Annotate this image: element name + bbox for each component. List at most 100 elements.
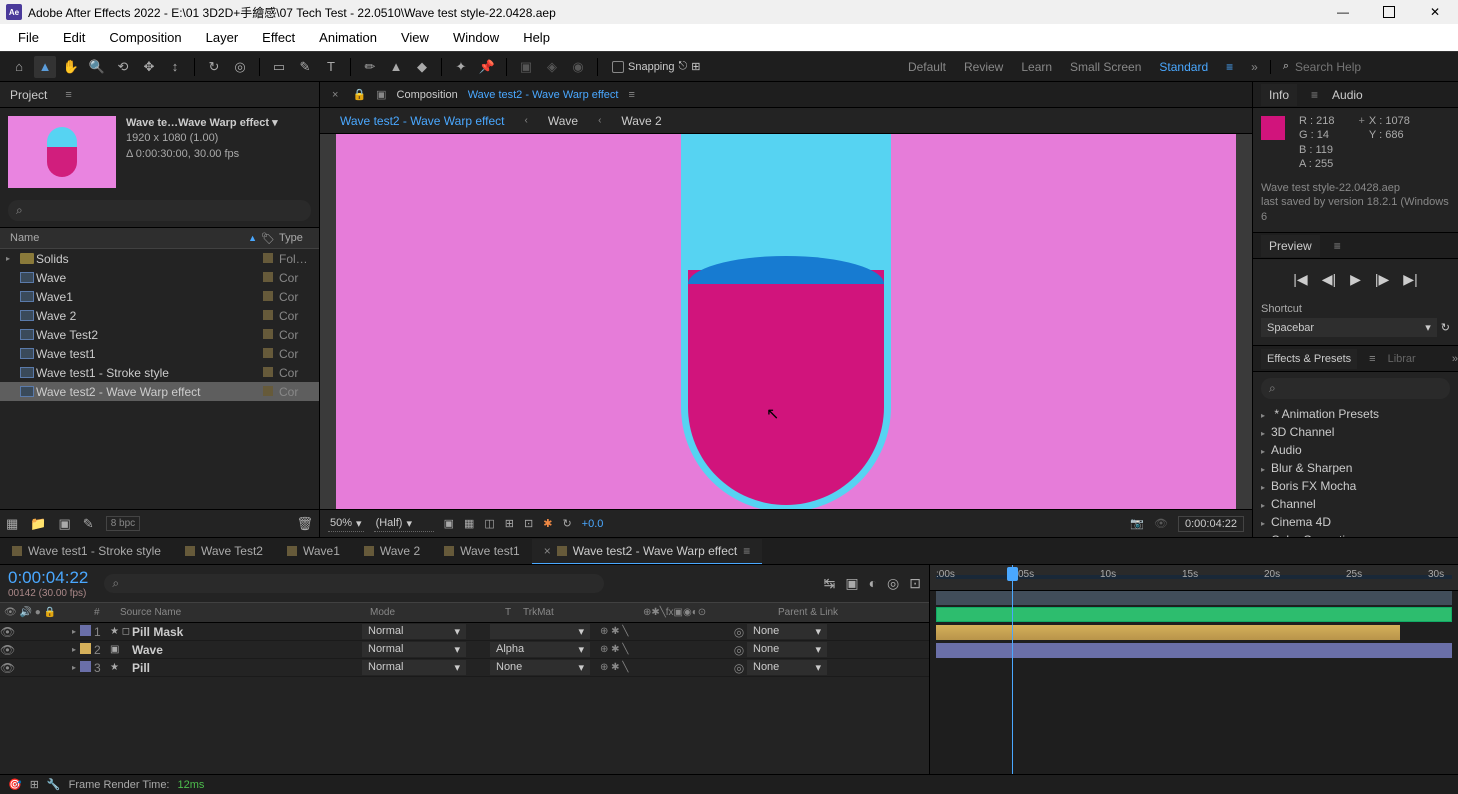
snap-opt-icon[interactable]: ⎋ bbox=[679, 60, 688, 73]
menu-animation[interactable]: Animation bbox=[307, 26, 389, 49]
timeline-tab[interactable]: ×Wave test2 - Wave Warp effect ≡ bbox=[532, 539, 763, 564]
project-tab[interactable]: Project bbox=[0, 84, 57, 106]
layer-bar-1[interactable] bbox=[936, 607, 1452, 622]
work-area-bar[interactable] bbox=[936, 591, 1452, 605]
asset-row[interactable]: Wave Test2Cor bbox=[0, 325, 319, 344]
menu-edit[interactable]: Edit bbox=[51, 26, 97, 49]
comp-lock-icon[interactable]: 🔒 bbox=[352, 88, 366, 101]
audio-tab[interactable]: Audio bbox=[1332, 88, 1363, 102]
snap-grid-icon[interactable]: ⊞ bbox=[691, 60, 700, 73]
timeline-search[interactable]: ⌕ bbox=[104, 574, 604, 593]
search-help-input[interactable] bbox=[1295, 60, 1450, 74]
effect-category[interactable]: ▸Boris FX Mocha bbox=[1253, 477, 1458, 495]
camera-tool-icon[interactable]: ◎ bbox=[229, 56, 251, 78]
menu-layer[interactable]: Layer bbox=[194, 26, 251, 49]
timeline-graph[interactable]: :00s05s10s15s20s25s30s bbox=[930, 565, 1458, 774]
brush-tool-icon[interactable]: ✏ bbox=[359, 56, 381, 78]
timeline-tab[interactable]: Wave test1 bbox=[432, 539, 532, 563]
asset-row[interactable]: Wave test1Cor bbox=[0, 344, 319, 363]
ws-default[interactable]: Default bbox=[908, 60, 946, 74]
close-button[interactable]: ✕ bbox=[1412, 0, 1458, 24]
shortcut-dropdown[interactable]: Spacebar▾ bbox=[1261, 318, 1437, 337]
next-frame-icon[interactable]: |▶ bbox=[1375, 271, 1389, 288]
reset-expo-icon[interactable]: ↻ bbox=[562, 517, 571, 530]
rotate-tool-icon[interactable]: ↻ bbox=[203, 56, 225, 78]
comp-viewer[interactable]: ↖ bbox=[320, 134, 1252, 509]
pen-tool-icon[interactable]: ✎ bbox=[294, 56, 316, 78]
panel-menu-icon[interactable]: ≡ bbox=[1334, 239, 1341, 253]
minimize-button[interactable]: — bbox=[1320, 0, 1366, 24]
timeline-tab[interactable]: Wave 2 bbox=[352, 539, 432, 563]
bpc-button[interactable]: 8 bpc bbox=[106, 516, 140, 531]
ws-standard[interactable]: Standard bbox=[1159, 60, 1208, 74]
effect-category[interactable]: ▸Blur & Sharpen bbox=[1253, 459, 1458, 477]
toggle-alpha-icon[interactable]: ▦ bbox=[464, 517, 474, 530]
draft3d-icon[interactable]: ▣ bbox=[845, 575, 858, 592]
status-icon3[interactable]: 🔧 bbox=[47, 778, 61, 791]
new-folder-icon[interactable]: 📁 bbox=[30, 516, 46, 532]
playhead[interactable] bbox=[1012, 565, 1013, 774]
timeline-tab[interactable]: Wave Test2 bbox=[173, 539, 275, 563]
asset-row[interactable]: Wave test2 - Wave Warp effectCor bbox=[0, 382, 319, 401]
menu-view[interactable]: View bbox=[389, 26, 441, 49]
asset-row[interactable]: Wave test1 - Stroke styleCor bbox=[0, 363, 319, 382]
hand-tool-icon[interactable]: ✋ bbox=[60, 56, 82, 78]
menu-composition[interactable]: Composition bbox=[97, 26, 193, 49]
chevron-left-icon[interactable]: ‹ bbox=[598, 115, 601, 126]
effect-category[interactable]: ▸ * Animation Presets bbox=[1253, 405, 1458, 423]
comp-close-icon[interactable]: × bbox=[328, 89, 342, 101]
trash-icon[interactable]: 🗑 bbox=[296, 516, 313, 532]
snapshot-icon[interactable]: 📷 bbox=[1130, 517, 1144, 530]
fast-preview-icon[interactable]: ▣ bbox=[444, 517, 454, 530]
col-type[interactable]: Type bbox=[279, 232, 319, 244]
comp-active-name[interactable]: Wave test2 - Wave Warp effect bbox=[468, 89, 619, 101]
stamp-tool-icon[interactable]: ▲ bbox=[385, 56, 407, 78]
project-search-input[interactable]: ⌕ bbox=[8, 200, 311, 221]
flow-wave[interactable]: Wave bbox=[548, 114, 578, 128]
effect-category[interactable]: ▸Cinema 4D bbox=[1253, 513, 1458, 531]
snapping-checkbox[interactable] bbox=[612, 61, 624, 73]
color-mgmt-icon[interactable]: ✱ bbox=[543, 517, 552, 530]
timeline-tab[interactable]: Wave test1 - Stroke style bbox=[0, 539, 173, 563]
zoom-dropdown[interactable]: 50%▾ bbox=[328, 516, 364, 532]
orbit-tool-icon[interactable]: ⟲ bbox=[112, 56, 134, 78]
region-icon[interactable]: ◫ bbox=[484, 517, 494, 530]
overflow-icon[interactable]: » bbox=[1452, 353, 1458, 365]
layer-row[interactable]: 👁▸1★ ◻Pill MaskNormal▾ ▾⊕ ✱ ╲◎None▾ bbox=[0, 623, 929, 641]
show-snapshot-icon[interactable]: 👁 bbox=[1154, 517, 1168, 530]
flow-current[interactable]: Wave test2 - Wave Warp effect bbox=[340, 114, 505, 128]
status-icon2[interactable]: ⊞ bbox=[30, 778, 39, 791]
asset-row[interactable]: Wave1Cor bbox=[0, 287, 319, 306]
ws-menu-icon[interactable]: ≡ bbox=[1226, 60, 1233, 74]
maximize-button[interactable] bbox=[1366, 0, 1412, 24]
selection-tool-icon[interactable]: ▲ bbox=[34, 56, 56, 78]
layer-row[interactable]: 👁▸2▣WaveNormal▾Alpha▾⊕ ✱ ╲◎None▾ bbox=[0, 641, 929, 659]
type-tool-icon[interactable]: T bbox=[320, 56, 342, 78]
effect-category[interactable]: ▸3D Channel bbox=[1253, 423, 1458, 441]
adjust-icon[interactable]: ✎ bbox=[83, 516, 94, 532]
info-tab[interactable]: Info bbox=[1261, 84, 1297, 106]
layer-row[interactable]: 👁▸3★PillNormal▾None▾⊕ ✱ ╲◎None▾ bbox=[0, 659, 929, 677]
shortcut-reset-icon[interactable]: ↻ bbox=[1441, 321, 1450, 334]
zoom-tool-icon[interactable]: 🔍 bbox=[86, 56, 108, 78]
puppet-tool-icon[interactable]: 📌 bbox=[476, 56, 498, 78]
exposure-value[interactable]: +0.0 bbox=[582, 518, 604, 530]
layer-bar-3[interactable] bbox=[936, 643, 1452, 658]
first-frame-icon[interactable]: |◀ bbox=[1293, 271, 1307, 288]
roto-tool-icon[interactable]: ✦ bbox=[450, 56, 472, 78]
preview-tab[interactable]: Preview bbox=[1261, 235, 1320, 257]
asset-row[interactable]: WaveCor bbox=[0, 268, 319, 287]
pan-tool-icon[interactable]: ✥ bbox=[138, 56, 160, 78]
flow-wave2[interactable]: Wave 2 bbox=[621, 114, 661, 128]
layer-bar-2[interactable] bbox=[936, 625, 1400, 640]
timeline-tab[interactable]: Wave1 bbox=[275, 539, 352, 563]
ws-learn[interactable]: Learn bbox=[1021, 60, 1052, 74]
home-tool-icon[interactable]: ⌂ bbox=[8, 56, 30, 78]
panel-menu-icon[interactable]: ≡ bbox=[1311, 88, 1318, 102]
panel-menu-icon[interactable]: ≡ bbox=[65, 89, 71, 101]
dolly-tool-icon[interactable]: ↕ bbox=[164, 56, 186, 78]
shy-icon[interactable]: ◐ bbox=[869, 575, 877, 592]
comp-menu-icon[interactable]: ≡ bbox=[628, 89, 634, 101]
comp-flowchart-icon[interactable]: ↹ bbox=[824, 575, 836, 592]
proj-comp-name[interactable]: Wave te…Wave Warp effect ▾ bbox=[126, 116, 311, 131]
